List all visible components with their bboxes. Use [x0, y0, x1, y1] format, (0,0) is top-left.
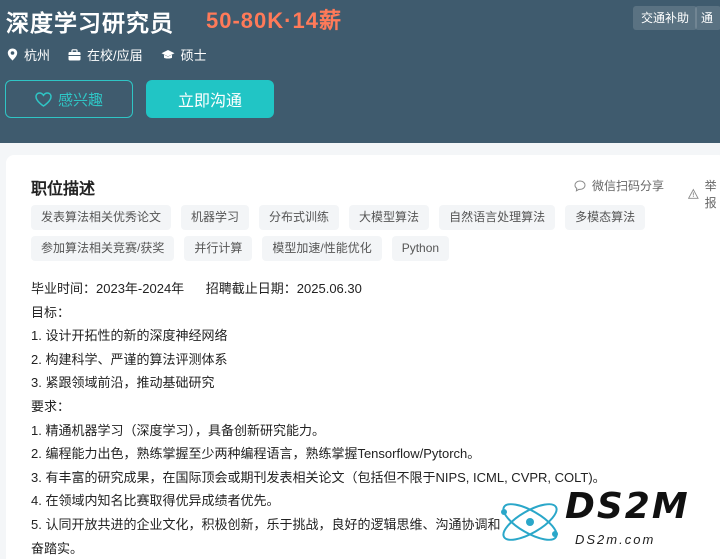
skill-tag: 并行计算 [184, 236, 253, 261]
watermark-logo-text: DS2M [565, 486, 690, 527]
job-title: 深度学习研究员 [6, 10, 174, 36]
watermark: DS2M DS2m.com [495, 486, 720, 559]
goal-item: 3. 紧跟领域前沿，推动基础研究 [31, 375, 215, 391]
benefit-tag: 通 [695, 6, 720, 30]
skill-tag: 自然语言处理算法 [439, 205, 556, 230]
watermark-url: DS2m.com [575, 532, 656, 547]
tag-row: 发表算法相关优秀论文 机器学习 分布式训练 大模型算法 自然语言处理算法 多模态… [31, 205, 651, 230]
atom-logo-icon [501, 503, 558, 541]
graduation-time: 毕业时间：2023年-2024年 [31, 281, 185, 296]
location-pin-icon [7, 48, 18, 61]
city-label: 杭州 [24, 48, 51, 63]
chat-now-button[interactable]: 立即沟通 [146, 80, 274, 118]
skill-tag: 模型加速/性能优化 [262, 236, 382, 261]
job-header: 深度学习研究员 50-80K·14薪 交通补助 通 杭州 在校/应届 硕士 感兴… [0, 0, 720, 143]
requirements-heading: 要求： [31, 398, 71, 414]
skill-tag: 机器学习 [181, 205, 250, 230]
degree-info: 硕士 [161, 45, 207, 64]
benefit-tag: 交通补助 [633, 6, 698, 30]
report-label: 举报 [704, 179, 717, 210]
skill-tag: 大模型算法 [349, 205, 430, 230]
graduation-cap-icon [161, 49, 175, 58]
goal-item: 1. 设计开拓性的新的深度神经网络 [31, 328, 228, 344]
tag-row: 参加算法相关竞赛/获奖 并行计算 模型加速/性能优化 Python [31, 236, 651, 261]
experience-label: 在校/应届 [87, 48, 143, 63]
skill-tag: 发表算法相关优秀论文 [31, 205, 172, 230]
briefcase-icon [68, 48, 81, 60]
requirement-item: 1. 精通机器学习（深度学习），具备创新研究能力。 [31, 422, 325, 438]
goal-item: 2. 构建科学、严谨的算法评测体系 [31, 351, 228, 367]
degree-label: 硕士 [180, 48, 207, 63]
application-deadline: 招聘截止日期：2025.06.30 [205, 281, 362, 296]
skill-tag: 参加算法相关竞赛/获奖 [31, 236, 175, 261]
interest-button[interactable]: 感兴趣 [5, 80, 133, 118]
heart-icon [35, 91, 52, 107]
chat-bubble-icon [574, 179, 586, 192]
skill-tags: 发表算法相关优秀论文 机器学习 分布式训练 大模型算法 自然语言处理算法 多模态… [31, 205, 651, 267]
warning-icon [688, 188, 699, 199]
skill-tag: 分布式训练 [259, 205, 340, 230]
requirement-item: 2. 编程能力出色，熟练掌握至少两种编程语言，熟练掌握Tensorflow/Py… [31, 446, 481, 462]
wechat-share-link[interactable]: 微信扫码分享 [574, 177, 664, 194]
experience-info: 在校/应届 [68, 45, 143, 64]
salary: 50-80K·14薪 [206, 8, 342, 33]
goals-heading: 目标： [31, 304, 71, 320]
interest-label: 感兴趣 [57, 91, 103, 109]
job-info-row: 杭州 在校/应届 硕士 [7, 45, 225, 64]
location-info: 杭州 [7, 45, 50, 64]
dates-line: 毕业时间：2023年-2024年 招聘截止日期：2025.06.30 [31, 277, 606, 301]
skill-tag: 多模态算法 [565, 205, 646, 230]
report-link[interactable]: 举报 [688, 177, 720, 211]
skill-tag: Python [391, 236, 450, 261]
share-label: 微信扫码分享 [592, 179, 665, 193]
section-title: 职位描述 [31, 181, 96, 198]
